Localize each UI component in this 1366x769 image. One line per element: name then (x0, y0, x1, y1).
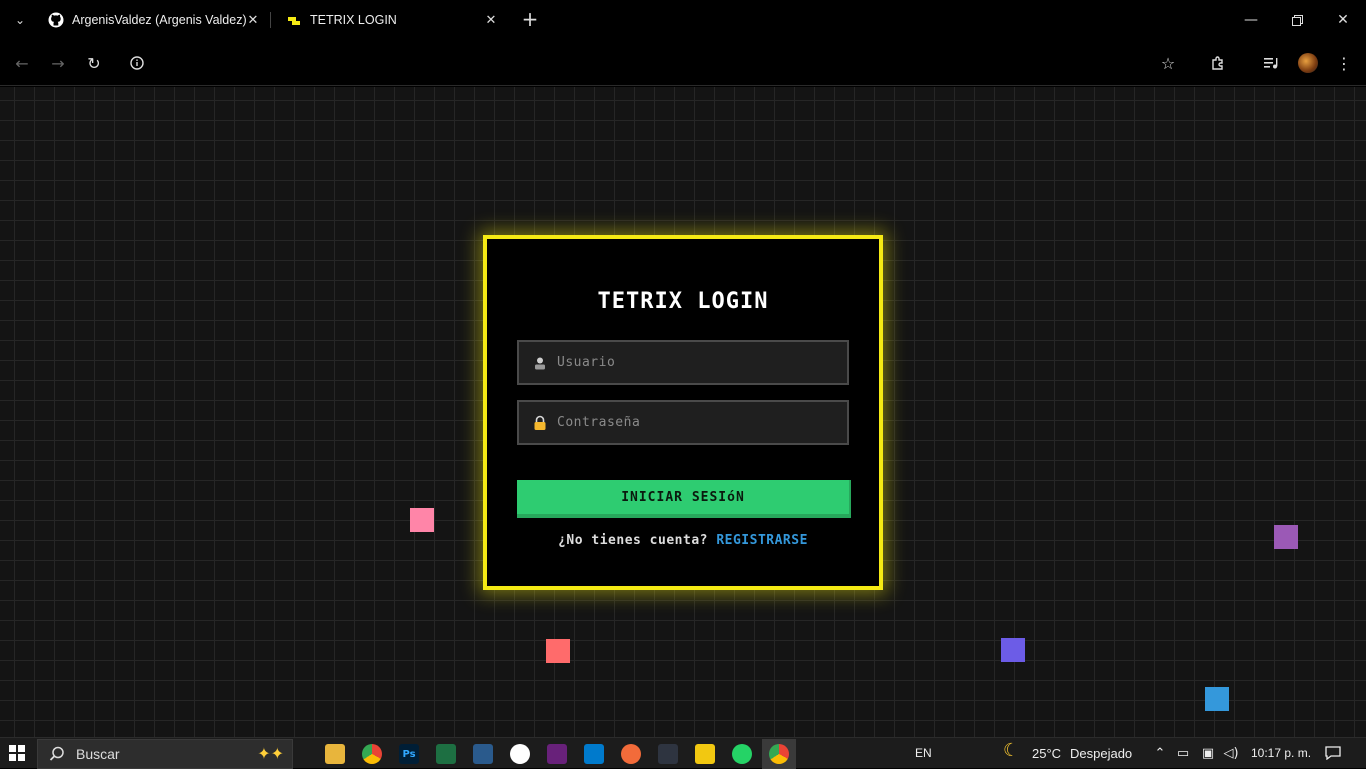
weather-temp[interactable]: 25°C (1032, 746, 1061, 761)
login-button[interactable]: INICIAR SESIóN (517, 480, 851, 518)
photoshop-icon[interactable]: Ps (399, 744, 419, 764)
tetris-block (1001, 638, 1025, 662)
chrome-active-icon[interactable] (769, 744, 789, 764)
close-window-icon[interactable]: ✕ (1328, 6, 1358, 34)
tetrix-page: TETRIX LOGIN INICIAR SESIóN ¿No tienes c… (0, 87, 1366, 737)
extensions-icon[interactable] (1206, 51, 1230, 75)
password-field[interactable] (517, 400, 849, 445)
restore-icon[interactable] (1282, 6, 1312, 34)
tetris-block (1274, 525, 1298, 549)
power-bi-icon[interactable] (695, 744, 715, 764)
vscode-icon[interactable] (584, 744, 604, 764)
reload-icon[interactable]: ↻ (82, 51, 106, 75)
mysql-workbench-icon[interactable] (473, 744, 493, 764)
search-icon (49, 746, 64, 761)
mongodb-compass-icon[interactable] (510, 744, 530, 764)
weather-desc[interactable]: Despejado (1070, 746, 1132, 761)
tab-tetrix-login[interactable]: TETRIX LOGIN ✕ (286, 4, 500, 36)
plus-icon[interactable]: + (520, 9, 540, 30)
more-menu-icon[interactable]: ⋮ (1332, 51, 1356, 75)
tab-separator (270, 12, 271, 28)
tetris-block (410, 508, 434, 532)
login-card: TETRIX LOGIN INICIAR SESIóN ¿No tienes c… (483, 235, 883, 590)
tray-expand-icon[interactable]: ⌃ (1152, 745, 1168, 761)
notifications-icon[interactable] (1325, 745, 1341, 761)
tetris-block-icon (286, 12, 302, 28)
clock[interactable]: 10:17 p. m. (1251, 746, 1311, 760)
tetris-block (1205, 687, 1229, 711)
signup-prompt: ¿No tienes cuenta? (558, 533, 708, 548)
postman-icon[interactable] (621, 744, 641, 764)
taskbar-search[interactable]: Buscar ✦✦ (37, 739, 293, 769)
tetris-block (546, 639, 570, 663)
login-title: TETRIX LOGIN (597, 289, 769, 314)
site-info-icon[interactable] (125, 51, 149, 75)
search-placeholder: Buscar (76, 746, 120, 762)
battery-icon[interactable]: ▭ (1175, 745, 1191, 761)
forward-arrow-icon[interactable]: → (46, 51, 70, 75)
close-tab-icon[interactable]: ✕ (482, 11, 500, 29)
moon-weather-icon: ☾ (1002, 739, 1020, 761)
avatar[interactable] (1296, 51, 1320, 75)
copilot-sparkle-icon: ✦✦ (257, 744, 284, 763)
username-input[interactable] (549, 342, 847, 383)
language-indicator[interactable]: EN (915, 746, 932, 760)
username-field[interactable] (517, 340, 849, 385)
browser-toolbar: ← → ↻ ☆ ⋮ (0, 40, 1366, 86)
minimize-icon[interactable]: — (1236, 6, 1266, 34)
visual-studio-icon[interactable] (547, 744, 567, 764)
git-client-icon[interactable] (658, 744, 678, 764)
close-tab-icon[interactable]: ✕ (244, 11, 262, 29)
back-arrow-icon[interactable]: ← (10, 51, 34, 75)
bookmark-star-icon[interactable]: ☆ (1156, 51, 1180, 75)
whatsapp-icon[interactable] (732, 744, 752, 764)
tab-github[interactable]: ArgenisValdez (Argenis Valdez) ✕ (48, 4, 262, 36)
volume-icon[interactable]: ◁) (1223, 745, 1239, 761)
github-icon (48, 12, 64, 28)
file-explorer-icon[interactable] (325, 744, 345, 764)
network-icon[interactable]: ▣ (1200, 745, 1216, 761)
lock-icon (531, 414, 549, 432)
user-icon (531, 354, 549, 372)
excel-icon[interactable] (436, 744, 456, 764)
chrome-icon[interactable] (362, 744, 382, 764)
password-input[interactable] (549, 402, 847, 443)
tab-strip: ⌄ ArgenisValdez (Argenis Valdez) ✕ TETRI… (0, 0, 1366, 40)
windows-start-icon[interactable] (9, 745, 25, 761)
media-queue-icon[interactable] (1259, 51, 1283, 75)
tab-title: ArgenisValdez (Argenis Valdez) (72, 13, 247, 27)
tab-search-chevron-icon[interactable]: ⌄ (8, 10, 32, 30)
tab-title: TETRIX LOGIN (310, 13, 397, 27)
signup-row: ¿No tienes cuenta? REGISTRARSE (487, 533, 879, 548)
register-link[interactable]: REGISTRARSE (716, 533, 808, 548)
taskbar: Buscar ✦✦ Ps EN ☾ 25°C Despejado ⌃ ▭ ▣ ◁… (0, 737, 1366, 769)
